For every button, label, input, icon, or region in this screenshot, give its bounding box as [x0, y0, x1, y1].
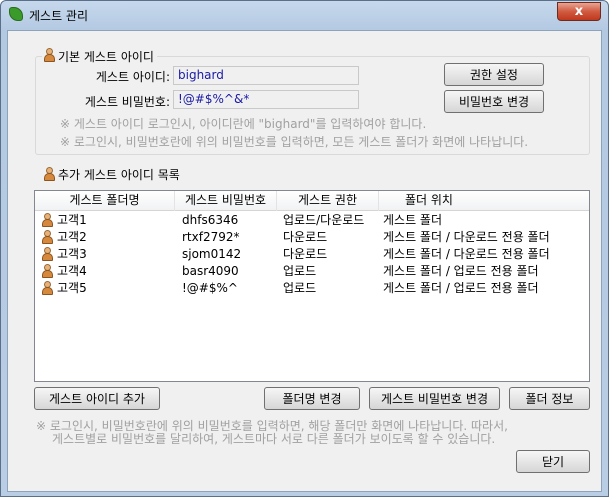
row-folder-name: 고객1 — [57, 213, 87, 227]
app-leaf-icon — [9, 7, 23, 21]
column-header-folder-name[interactable]: 게스트 폴더명 — [35, 191, 175, 211]
row-password: !@#$%^ — [182, 281, 238, 295]
user-icon — [43, 48, 55, 62]
row-permission: 다운로드 — [283, 247, 328, 261]
user-icon — [41, 230, 53, 244]
basic-guest-group-title: 기본 게스트 아이디 — [42, 48, 157, 65]
row-password: sjom0142 — [182, 247, 242, 261]
extra-guest-title: 추가 게스트 아이디 목록 — [42, 166, 180, 183]
row-password: dhfs6346 — [182, 213, 239, 227]
change-guest-password-button[interactable]: 게스트 비밀번호 변경 — [369, 387, 500, 410]
row-folder-name: 고객2 — [57, 230, 87, 244]
row-permission: 업로드 — [283, 281, 317, 295]
table-row[interactable]: 고객4 basr4090 업로드 게스트 폴더 / 업로드 전용 폴더 — [35, 263, 589, 280]
folder-info-button[interactable]: 폴더 정보 — [509, 387, 590, 410]
window-close-button[interactable]: x — [557, 2, 601, 21]
title-bar[interactable]: 게스트 관리 x — [1, 1, 608, 29]
bottom-note-line-2: 게스트별로 비밀번호를 달리하여, 게스트마다 서로 다른 폴더가 보이도록 할… — [52, 432, 496, 446]
row-password: basr4090 — [182, 264, 239, 278]
table-row[interactable]: 고객3 sjom0142 다운로드 게스트 폴더 / 다운로드 전용 폴더 — [35, 246, 589, 263]
close-dialog-button[interactable]: 닫기 — [516, 450, 590, 473]
user-icon — [41, 281, 53, 295]
table-row[interactable]: 고객1 dhfs6346 업로드/다운로드 게스트 폴더 — [35, 212, 589, 229]
guest-password-label: 게스트 비밀번호: — [84, 95, 170, 109]
row-folder-name: 고객5 — [57, 281, 87, 295]
guest-id-field: bighard — [173, 66, 359, 85]
basic-note-2: ※ 로그인시, 비밀번호란에 위의 비밀번호를 입력하면, 모든 게스트 폴더가… — [60, 135, 529, 149]
row-permission: 업로드 — [283, 264, 317, 278]
extra-guest-title-label: 추가 게스트 아이디 목록 — [58, 168, 180, 182]
guest-list-header: 게스트 폴더명 게스트 비밀번호 게스트 권한 폴더 위치 — [35, 191, 589, 211]
user-icon — [41, 247, 53, 261]
guest-password-field: !@#$%^&* — [173, 90, 359, 109]
row-permission: 업로드/다운로드 — [283, 213, 365, 227]
window-title: 게스트 관리 — [29, 9, 89, 23]
row-folder-location: 게스트 폴더 / 업로드 전용 폴더 — [383, 281, 539, 295]
row-folder-name: 고객4 — [57, 264, 87, 278]
row-folder-location: 게스트 폴더 / 다운로드 전용 폴더 — [383, 247, 550, 261]
column-header-password[interactable]: 게스트 비밀번호 — [175, 191, 277, 211]
rename-folder-button[interactable]: 폴더명 변경 — [264, 387, 360, 410]
add-guest-id-button[interactable]: 게스트 아이디 추가 — [34, 387, 160, 410]
row-folder-location: 게스트 폴더 / 다운로드 전용 폴더 — [383, 230, 550, 244]
user-icon — [41, 213, 53, 227]
column-header-folder-location[interactable]: 폴더 위치 — [379, 191, 479, 211]
row-folder-location: 게스트 폴더 / 업로드 전용 폴더 — [383, 264, 539, 278]
table-row[interactable]: 고객2 rtxf2792* 다운로드 게스트 폴더 / 다운로드 전용 폴더 — [35, 229, 589, 246]
row-folder-name: 고객3 — [57, 247, 87, 261]
guest-id-label: 게스트 아이디: — [95, 70, 170, 84]
row-password: rtxf2792* — [182, 230, 240, 244]
row-folder-location: 게스트 폴더 — [383, 213, 443, 227]
permission-settings-button[interactable]: 권한 설정 — [444, 63, 544, 86]
change-password-button[interactable]: 비밀번호 변경 — [444, 90, 544, 113]
basic-guest-title-label: 기본 게스트 아이디 — [58, 50, 154, 64]
table-row[interactable]: 고객5 !@#$%^ 업로드 게스트 폴더 / 업로드 전용 폴더 — [35, 280, 589, 297]
column-header-permission[interactable]: 게스트 권한 — [277, 191, 379, 211]
row-permission: 다운로드 — [283, 230, 328, 244]
user-icon — [41, 264, 53, 278]
guest-list[interactable]: 게스트 폴더명 게스트 비밀번호 게스트 권한 폴더 위치 고객1 dhfs63… — [34, 190, 590, 382]
user-icon — [43, 167, 55, 181]
basic-note-1: ※ 게스트 아이디 로그인시, 아이디란에 "bighard"를 입력하여야 합… — [60, 117, 427, 131]
